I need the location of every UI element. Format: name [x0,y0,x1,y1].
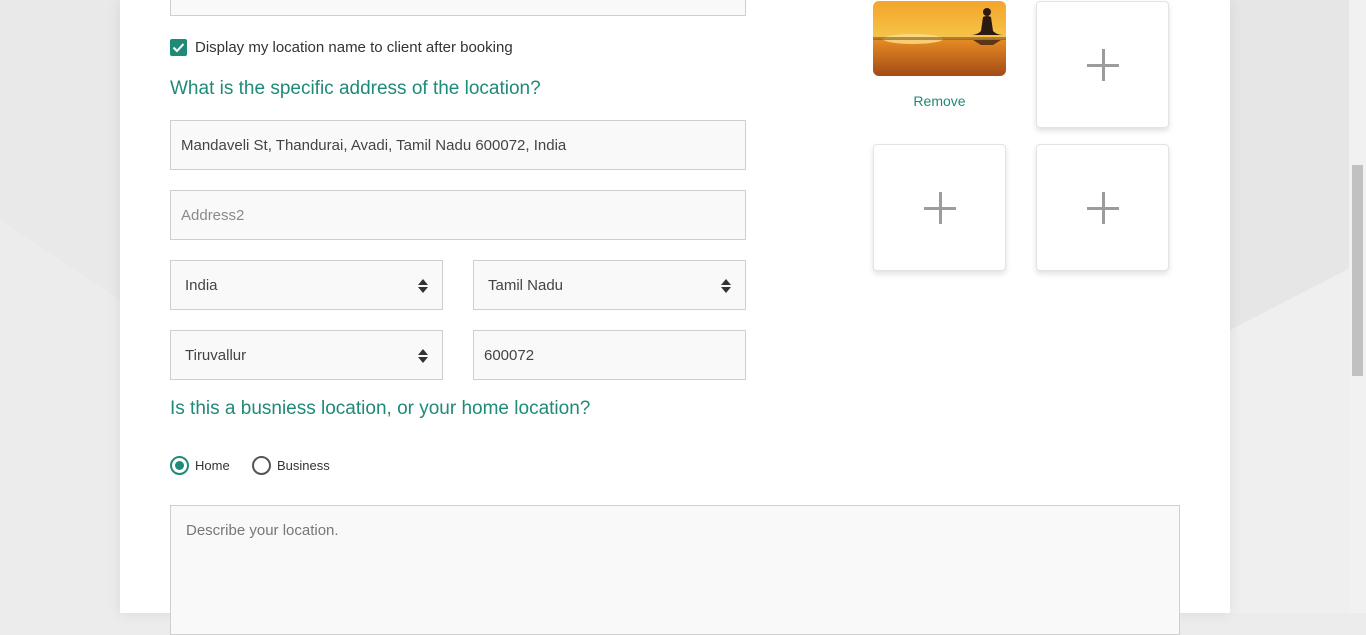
address-heading: What is the specific address of the loca… [170,78,541,99]
business-radio[interactable] [252,456,271,475]
sort-arrows-icon [418,349,428,363]
country-select-value: India [185,276,218,294]
scrollbar-thumb[interactable] [1352,165,1363,376]
postal-code-field[interactable] [473,330,746,380]
add-photo-slot[interactable] [873,144,1006,271]
city-select[interactable]: Tiruvallur [170,330,443,380]
state-select[interactable]: Tamil Nadu [473,260,746,310]
home-radio-label: Home [195,458,230,473]
country-select[interactable]: India [170,260,443,310]
yoga-sunset-image [873,1,1006,76]
display-location-label: Display my location name to client after… [195,39,513,56]
add-photo-slot[interactable] [1036,1,1169,128]
plus-icon [1086,191,1119,224]
sort-arrows-icon [721,279,731,293]
plus-icon [1086,48,1119,81]
city-select-value: Tiruvallur [185,346,247,364]
address1-field[interactable] [170,120,746,170]
location-photo [873,1,1006,76]
description-textarea[interactable] [170,505,1180,635]
scrollbar[interactable] [1349,0,1366,613]
address2-field[interactable] [170,190,746,240]
checkmark-icon [172,43,185,53]
business-radio-label: Business [277,458,330,473]
display-location-checkbox[interactable] [170,39,187,56]
location-type-heading: Is this a busniess location, or your hom… [170,398,591,419]
remove-photo-link[interactable]: Remove [873,93,1006,109]
add-photo-slot[interactable] [1036,144,1169,271]
location-name-field[interactable] [170,0,746,16]
sort-arrows-icon [418,279,428,293]
home-radio[interactable] [170,456,189,475]
plus-icon [923,191,956,224]
state-select-value: Tamil Nadu [488,276,564,294]
